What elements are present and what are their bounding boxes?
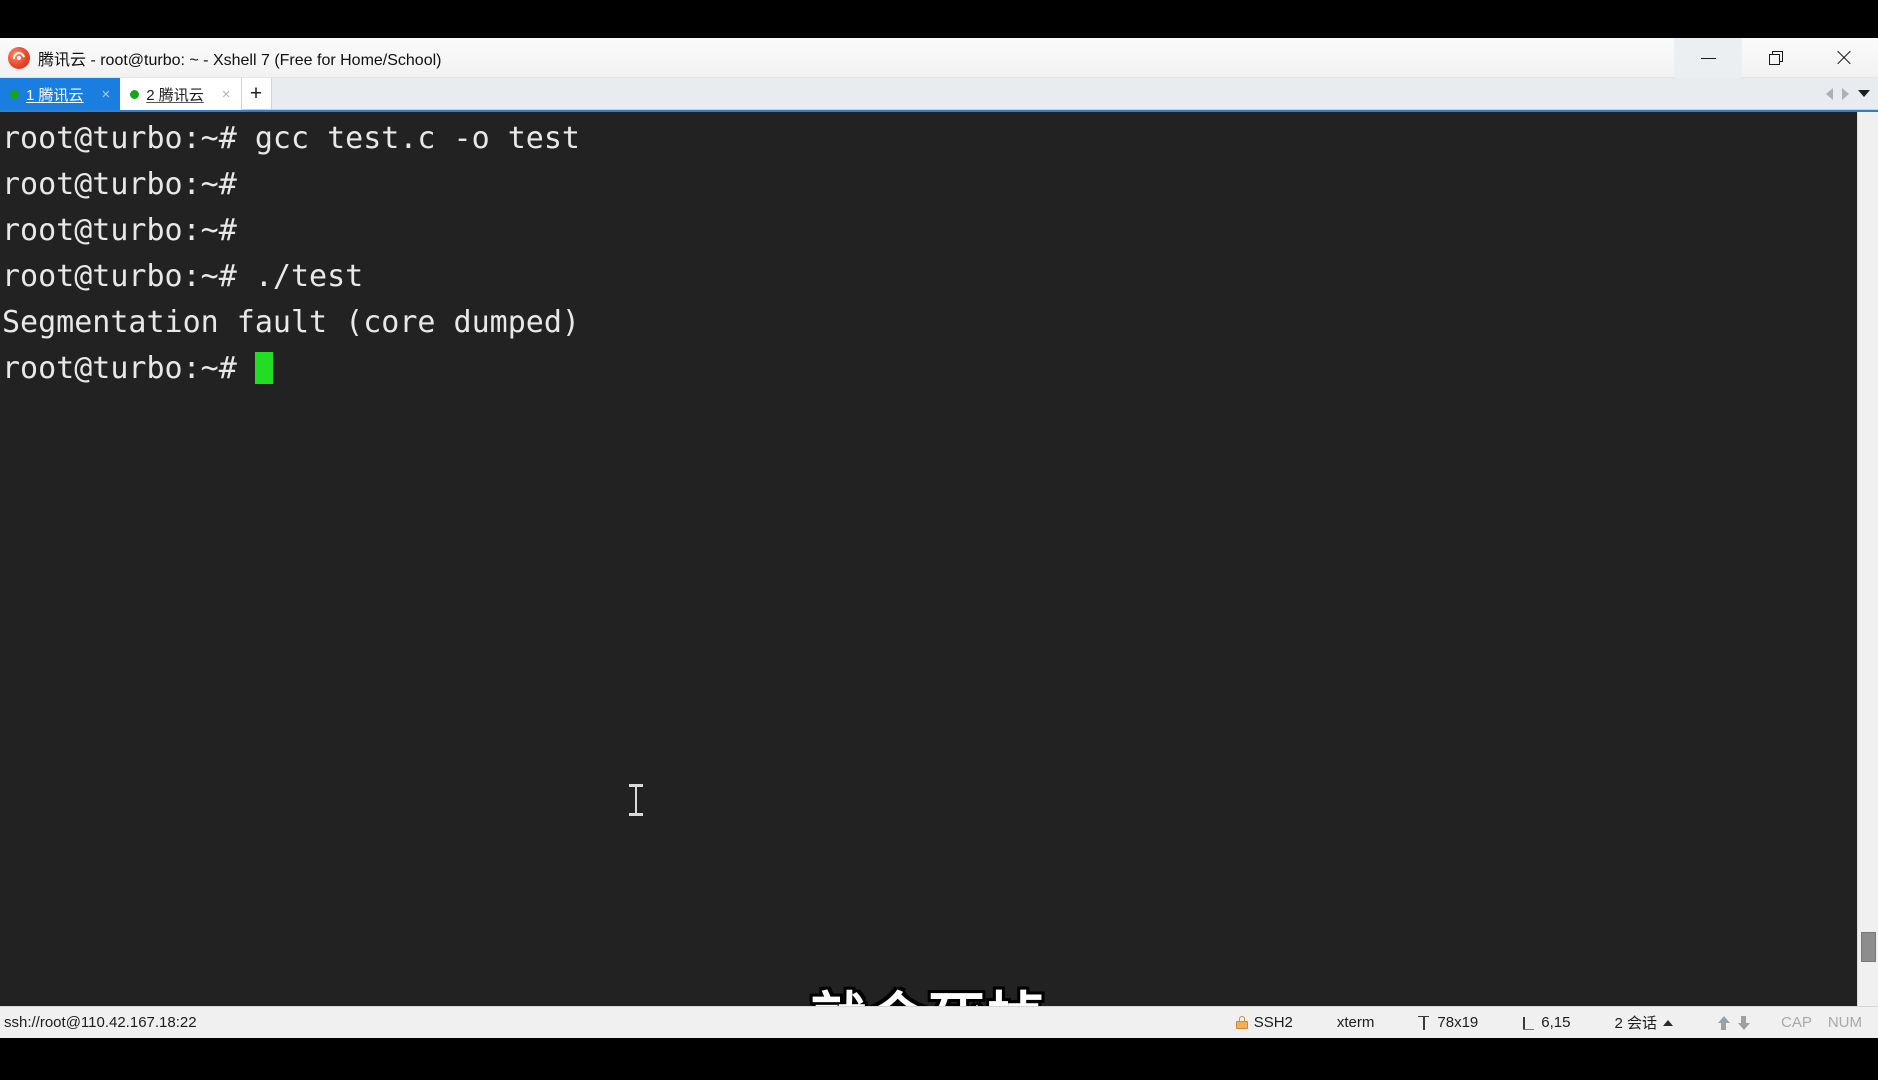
minimize-icon	[1700, 57, 1716, 59]
close-button[interactable]	[1810, 38, 1878, 78]
terminal-scrollbar[interactable]	[1857, 112, 1878, 1006]
connection-status-dot-icon	[10, 89, 19, 99]
tab-label: 2 腾讯云	[146, 86, 204, 104]
status-transfer-indicators	[1695, 1015, 1773, 1031]
terminal-prompt: root@turbo:~#	[2, 351, 255, 386]
status-cursor-position: 6,15	[1500, 1014, 1592, 1031]
status-bar: ssh://root@110.42.167.18:22 SSH2 xterm 7…	[0, 1006, 1878, 1038]
status-protocol: SSH2	[1214, 1014, 1315, 1031]
minimize-button[interactable]	[1674, 38, 1742, 78]
tab-bar-spacer	[271, 78, 1826, 109]
terminal-cursor	[254, 352, 273, 384]
status-cursor-position-label: 6,15	[1541, 1014, 1571, 1031]
terminal-line: root@turbo:~#	[2, 213, 237, 248]
status-sessions-label: 2 会话	[1614, 1015, 1657, 1032]
upload-arrow-icon	[1717, 1015, 1731, 1031]
close-icon	[1836, 50, 1852, 66]
terminal-area: root@turbo:~# gcc test.c -o test root@tu…	[0, 110, 1878, 1006]
tab-close-icon[interactable]: ×	[98, 87, 115, 102]
window-controls	[1674, 38, 1878, 78]
status-num-lock: NUM	[1827, 1014, 1862, 1031]
lock-icon	[1235, 1016, 1248, 1029]
download-arrow-icon	[1737, 1015, 1751, 1031]
terminal-screen[interactable]: root@turbo:~# gcc test.c -o test root@tu…	[0, 112, 1857, 1006]
video-subtitle: 就会死掉	[0, 974, 1857, 1006]
tab-close-icon[interactable]: ×	[218, 87, 235, 102]
tab-list-chevron-down-icon[interactable]	[1858, 90, 1870, 97]
connection-status-dot-icon	[130, 89, 140, 99]
terminal-line: root@turbo:~# gcc test.c -o test	[2, 121, 580, 156]
cursor-position-icon	[1522, 1016, 1535, 1030]
window-title: 腾讯云 - root@turbo: ~ - Xshell 7 (Free for…	[38, 51, 442, 69]
tab-session-1[interactable]: 1 腾讯云 ×	[0, 78, 121, 110]
new-tab-button[interactable]: +	[241, 78, 272, 109]
status-sessions[interactable]: 2 会话	[1592, 1012, 1695, 1033]
tab-bar: 1 腾讯云 × 2 腾讯云 × +	[0, 78, 1878, 110]
mouse-ibeam-cursor-icon	[629, 784, 643, 816]
status-terminal-type-label: xterm	[1336, 1014, 1375, 1031]
tab-scroll-right-icon[interactable]	[1842, 87, 1849, 100]
tab-label: 1 腾讯云	[26, 86, 84, 104]
tab-scroll-left-icon[interactable]	[1826, 87, 1833, 100]
restore-button[interactable]	[1742, 38, 1810, 78]
xshell-window: 腾讯云 - root@turbo: ~ - Xshell 7 (Free for…	[0, 38, 1878, 1038]
tab-bar-controls	[1826, 78, 1878, 109]
title-bar: 腾讯云 - root@turbo: ~ - Xshell 7 (Free for…	[0, 38, 1878, 78]
tab-session-2[interactable]: 2 腾讯云 ×	[120, 78, 242, 110]
terminal-line: root@turbo:~#	[2, 167, 237, 202]
terminal-line: root@turbo:~# ./test	[2, 259, 364, 294]
status-connection-url: ssh://root@110.42.167.18:22	[4, 1014, 197, 1031]
tencent-cloud-shell-icon	[8, 46, 30, 69]
status-screen-size: 78x19	[1396, 1014, 1500, 1031]
screen-size-icon	[1418, 1015, 1431, 1030]
status-terminal-type: xterm	[1315, 1014, 1397, 1031]
terminal-line: Segmentation fault (core dumped)	[2, 305, 580, 340]
screen-root: 腾讯云 - root@turbo: ~ - Xshell 7 (Free for…	[0, 0, 1878, 1080]
restore-icon	[1769, 51, 1783, 65]
status-screen-size-label: 78x19	[1437, 1014, 1479, 1031]
status-protocol-label: SSH2	[1253, 1014, 1293, 1031]
status-caps-lock: CAP	[1780, 1014, 1812, 1031]
scrollbar-thumb[interactable]	[1861, 932, 1876, 962]
terminal-prompt-line: root@turbo:~#	[2, 346, 1857, 392]
sessions-chevron-up-icon[interactable]	[1662, 1019, 1673, 1026]
